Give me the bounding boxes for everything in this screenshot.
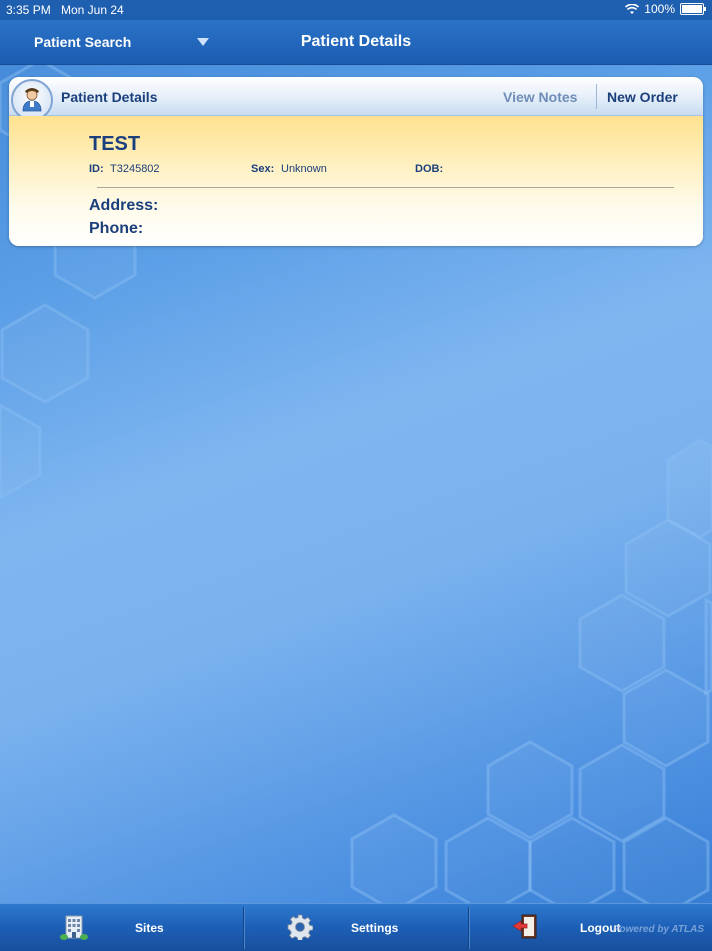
status-date: Mon Jun 24 (61, 3, 124, 17)
avatar (11, 79, 53, 121)
new-order-button[interactable]: New Order (607, 89, 678, 105)
gear-icon (287, 914, 313, 940)
battery-icon (680, 3, 706, 15)
tab-sites-label: Sites (135, 921, 164, 935)
card-title: Patient Details (61, 89, 158, 105)
view-notes-button[interactable]: View Notes (503, 89, 577, 105)
patient-icon (22, 88, 42, 112)
card-header: Patient Details View Notes New Order (9, 77, 703, 116)
dob-label: DOB: (415, 163, 444, 175)
patient-name: TEST (89, 133, 141, 155)
sex-value: Unknown (281, 163, 327, 175)
id-label: ID: (89, 163, 104, 175)
id-value: T3245802 (110, 163, 160, 175)
header-divider (596, 84, 597, 109)
powered-by-watermark: Powered by ATLAS (612, 924, 704, 935)
sex-label: Sex: (251, 163, 275, 175)
phone-label: Phone: (89, 220, 144, 237)
nav-bar: Patient Search Patient Details (0, 20, 712, 65)
battery-level (682, 5, 702, 13)
status-bar: 3:35 PM Mon Jun 24 100% (0, 0, 712, 20)
divider (97, 187, 674, 188)
patient-details-card: Patient Details View Notes New Order TES… (9, 77, 703, 246)
tab-logout[interactable]: Logout Powered by ATLAS (469, 904, 712, 951)
wifi-icon (625, 3, 640, 14)
building-icon (60, 915, 88, 940)
tab-bar: Sites Settings Logout Powered by ATLAS (0, 903, 712, 951)
logout-door-icon (512, 914, 537, 939)
tab-settings[interactable]: Settings (244, 904, 468, 951)
page-title: Patient Details (300, 33, 412, 50)
card-body: TEST ID: T3245802 Sex: Unknown DOB: Addr… (9, 116, 703, 246)
status-right: 100% (625, 2, 706, 16)
tab-settings-label: Settings (351, 921, 399, 935)
address-label: Address: (89, 197, 159, 214)
status-time: 3:35 PM (6, 3, 51, 17)
battery-percent: 100% (644, 2, 675, 16)
tab-sites[interactable]: Sites (0, 904, 243, 951)
